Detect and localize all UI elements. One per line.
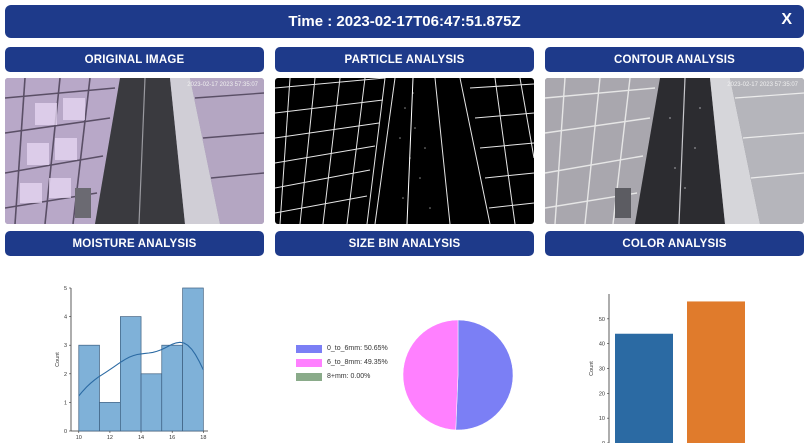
legend-label: 8+mm: 0.00% (327, 373, 371, 380)
histogram-bar (161, 344, 183, 432)
legend-item: 8+mm: 0.00% (296, 370, 396, 383)
y-tick-label: 40 (599, 342, 605, 348)
y-tick-label: 5 (64, 286, 67, 292)
histogram-bar (120, 316, 142, 432)
particle-analysis-image (275, 78, 534, 224)
contour-analysis-image: 2023-02-17 2023 57:35:07 (545, 78, 804, 224)
pie-slice (455, 319, 514, 431)
y-tick-label: 10 (599, 416, 605, 422)
tab-moisture-analysis[interactable]: MOISTURE ANALYSIS (5, 231, 264, 256)
legend-label: 0_to_6mm: 50.65% (327, 345, 388, 352)
y-tick-label: 0 (64, 429, 67, 435)
x-tick-label: 10 (76, 435, 82, 441)
pie-slice (402, 319, 459, 431)
y-axis-label: Count (55, 352, 61, 367)
y-tick-label: 2 (64, 372, 67, 378)
y-tick-label: 20 (599, 391, 605, 397)
original-image-label: ORIGINAL IMAGE (5, 47, 264, 72)
contour-analysis-label: CONTOUR ANALYSIS (545, 47, 804, 72)
x-tick-label: 16 (169, 435, 175, 441)
header-title: Time : 2023-02-17T06:47:51.875Z (288, 13, 521, 30)
size-bin-legend: 0_to_6mm: 50.65% 6_to_8mm: 49.35% 8+mm: … (296, 342, 396, 387)
y-tick-label: 1 (64, 400, 67, 406)
original-image: 2023-02-17 2023 57:35:07 (5, 78, 264, 224)
legend-swatch (296, 344, 322, 353)
color-bar (615, 333, 673, 443)
color-bar (687, 301, 745, 443)
x-tick-label: 14 (138, 435, 144, 441)
particle-analysis-label: PARTICLE ANALYSIS (275, 47, 534, 72)
x-tick-label: 18 (200, 435, 206, 441)
histogram-bar (182, 287, 204, 432)
legend-label: 6_to_8mm: 49.35% (327, 359, 388, 366)
moisture-histogram-chart: 01234510 12 14 16 18Count (55, 286, 208, 441)
header-bar: Time : 2023-02-17T06:47:51.875Z X (5, 5, 804, 38)
y-tick-label: 4 (64, 315, 67, 321)
tab-size-bin-analysis[interactable]: SIZE BIN ANALYSIS (275, 231, 534, 256)
y-tick-label: 50 (599, 317, 605, 323)
y-axis-label: Count (589, 361, 595, 376)
tab-color-analysis[interactable]: COLOR ANALYSIS (545, 231, 804, 256)
legend-swatch (296, 372, 322, 381)
histogram-bar (78, 344, 100, 432)
close-button[interactable]: X (781, 11, 792, 29)
x-tick-label: 12 (107, 435, 113, 441)
legend-item: 0_to_6mm: 50.65% (296, 342, 396, 355)
contour-timestamp-overlay: 2023-02-17 2023 57:35:07 (727, 82, 798, 88)
image-timestamp-overlay: 2023-02-17 2023 57:35:07 (187, 82, 258, 88)
size-bin-pie-chart (402, 319, 514, 431)
histogram-bar (140, 373, 163, 432)
y-tick-label: 3 (64, 343, 67, 349)
y-tick-label: 30 (599, 367, 605, 373)
legend-item: 6_to_8mm: 49.35% (296, 356, 396, 369)
legend-swatch (296, 358, 322, 367)
color-bar-chart: 01020304050Count (589, 294, 745, 443)
histogram-bar (99, 402, 121, 432)
